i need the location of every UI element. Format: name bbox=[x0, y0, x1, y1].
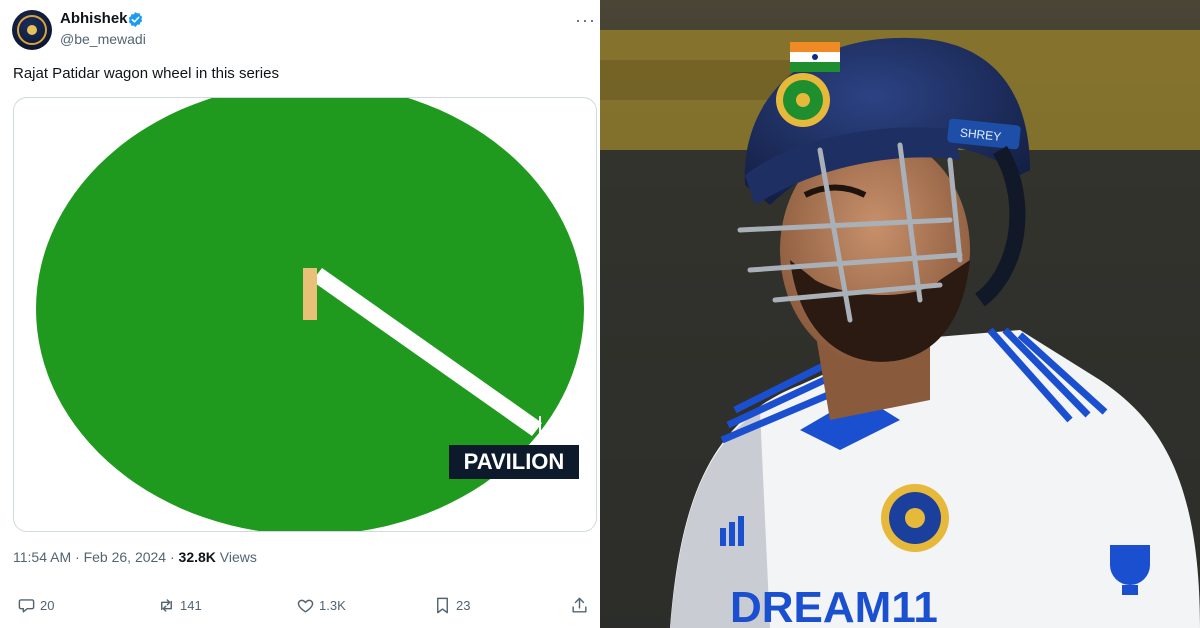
jersey-sponsor-text: DREAM11 bbox=[730, 583, 938, 628]
tweet-card: Abhishek @be_mewadi ··· Rajat Patidar wa… bbox=[0, 0, 600, 628]
reply-button[interactable]: 20 bbox=[17, 596, 54, 615]
player-photo: DREAM11 SHREY bbox=[600, 0, 1200, 628]
avatar-center bbox=[27, 25, 37, 35]
repost-count: 141 bbox=[180, 598, 202, 613]
views-label: Views bbox=[219, 549, 257, 565]
more-icon[interactable]: ··· bbox=[575, 10, 596, 31]
meta-separator-2: · bbox=[169, 549, 175, 565]
india-flag bbox=[790, 42, 840, 72]
repost-button[interactable]: 141 bbox=[157, 596, 202, 615]
share-icon bbox=[572, 597, 587, 613]
like-count: 1.3K bbox=[319, 598, 346, 613]
views-count: 32.8K bbox=[178, 549, 216, 565]
bcci-logo bbox=[881, 484, 949, 552]
action-bar: 20 141 1.3K 23 bbox=[0, 596, 600, 618]
avatar[interactable] bbox=[12, 10, 52, 50]
like-button[interactable]: 1.3K bbox=[296, 596, 346, 615]
pitch bbox=[303, 268, 317, 320]
reply-count: 20 bbox=[40, 598, 55, 613]
tweet-text: Rajat Patidar wagon wheel in this series bbox=[13, 65, 279, 82]
tweet-date[interactable]: Feb 26, 2024 bbox=[84, 549, 167, 565]
heart-icon bbox=[297, 599, 314, 613]
comment-icon bbox=[18, 599, 35, 613]
tweet-meta: 11:54 AM · Feb 26, 2024 · 32.8K Views bbox=[13, 549, 257, 565]
pavilion-label: PAVILION bbox=[463, 449, 565, 474]
tweet-media[interactable]: PAVILION bbox=[13, 97, 597, 532]
bookmark-icon bbox=[437, 597, 448, 614]
bookmark-button[interactable]: 23 bbox=[433, 596, 470, 615]
share-button[interactable] bbox=[570, 596, 589, 615]
author-handle[interactable]: @be_mewadi bbox=[60, 31, 146, 47]
tweet-time[interactable]: 11:54 AM bbox=[13, 549, 71, 565]
helmet-bcci-logo bbox=[776, 73, 830, 127]
bookmark-count: 23 bbox=[456, 598, 471, 613]
repost-icon bbox=[161, 599, 172, 612]
author-name[interactable]: Abhishek bbox=[60, 10, 128, 27]
verified-badge-icon bbox=[128, 12, 143, 27]
meta-separator: · bbox=[75, 549, 80, 565]
